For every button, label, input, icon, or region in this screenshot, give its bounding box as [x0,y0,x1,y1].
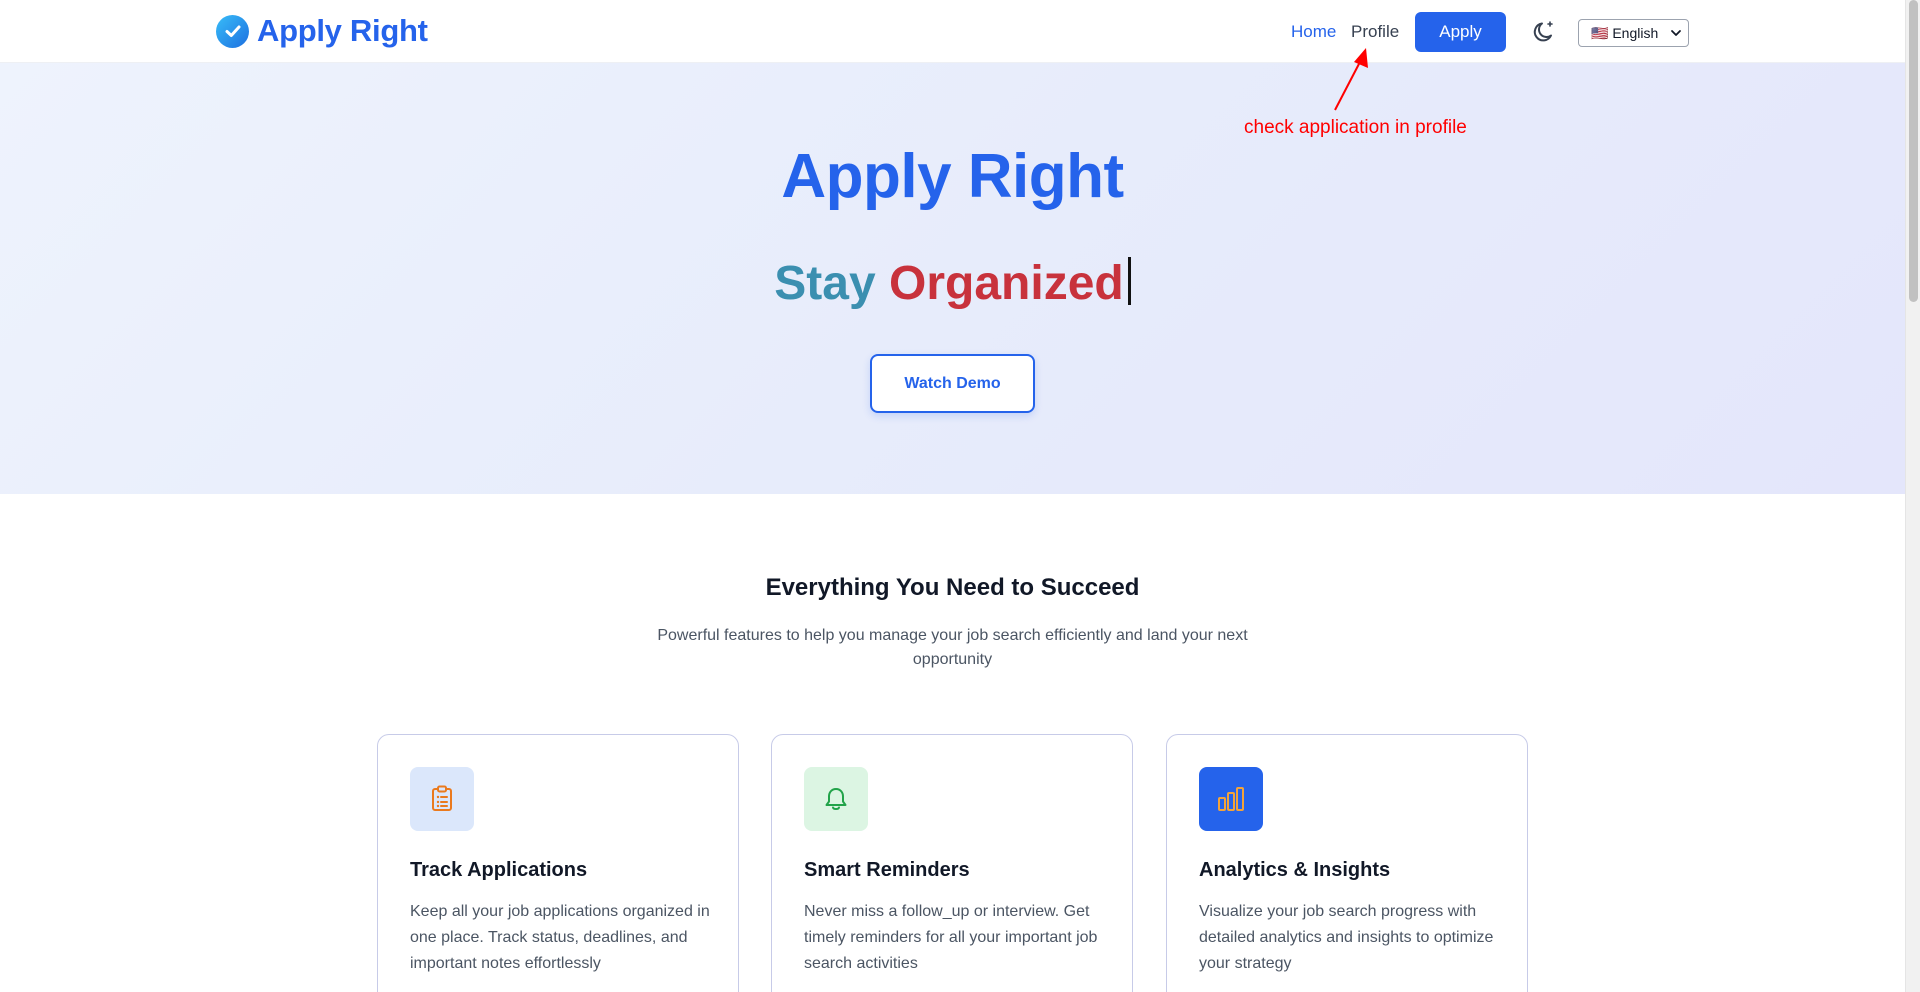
check-circle-icon [216,14,249,48]
feature-card-text: Keep all your job applications organized… [410,903,710,972]
clipboard-list-icon [410,767,474,831]
feature-card-text: Never miss a follow_up or interview. Get… [804,903,1098,972]
top-navbar: Apply Right Home Profile Apply 🇺🇸 Englis… [0,0,1905,63]
annotation-arrow-icon [1330,46,1380,121]
page-scrollbar[interactable] [1905,0,1920,992]
hero-subtitle-word-organized: Organized [889,257,1124,310]
feature-card-text: Visualize your job search progress with … [1199,903,1494,972]
annotation-text: check application in profile [1244,117,1467,138]
feature-card-title: Track Applications [410,859,588,881]
hero-subtitle-word-stay: Stay [774,257,876,310]
feature-card-smart-reminders: Smart Reminders Never miss a follow_up o… [771,734,1133,992]
language-select-value: 🇺🇸 English [1591,24,1659,41]
scrollbar-thumb[interactable] [1909,0,1918,302]
nav-profile-link[interactable]: Profile [1351,22,1411,42]
chevron-down-icon [1670,26,1682,42]
brand-logo[interactable]: Apply Right [216,13,428,49]
bar-chart-icon [1199,767,1263,831]
feature-card-analytics-insights: Analytics & Insights Visualize your job … [1166,734,1528,992]
feature-card-track-applications: Track Applications Keep all your job app… [377,734,739,992]
features-title: Everything You Need to Succeed [765,574,1140,601]
apply-button[interactable]: Apply [1415,12,1506,52]
moon-icon [1531,20,1557,48]
nav-home-link[interactable]: Home [1291,22,1351,42]
brand-name: Apply Right [257,13,428,48]
theme-toggle-button[interactable] [1529,18,1559,48]
hero-title: Apply Right [781,142,1124,211]
features-description: Powerful features to help you manage you… [657,627,1248,668]
typing-cursor [1127,257,1131,305]
bell-icon [804,767,868,831]
hero-section: Apply Right Stay Organized Watch Demo [0,63,1905,494]
watch-demo-button[interactable]: Watch Demo [870,354,1035,413]
feature-card-title: Smart Reminders [804,859,970,881]
hero-subtitle: Stay Organized [0,256,1905,311]
language-select[interactable]: 🇺🇸 English [1578,19,1689,47]
feature-card-title: Analytics & Insights [1199,859,1391,881]
